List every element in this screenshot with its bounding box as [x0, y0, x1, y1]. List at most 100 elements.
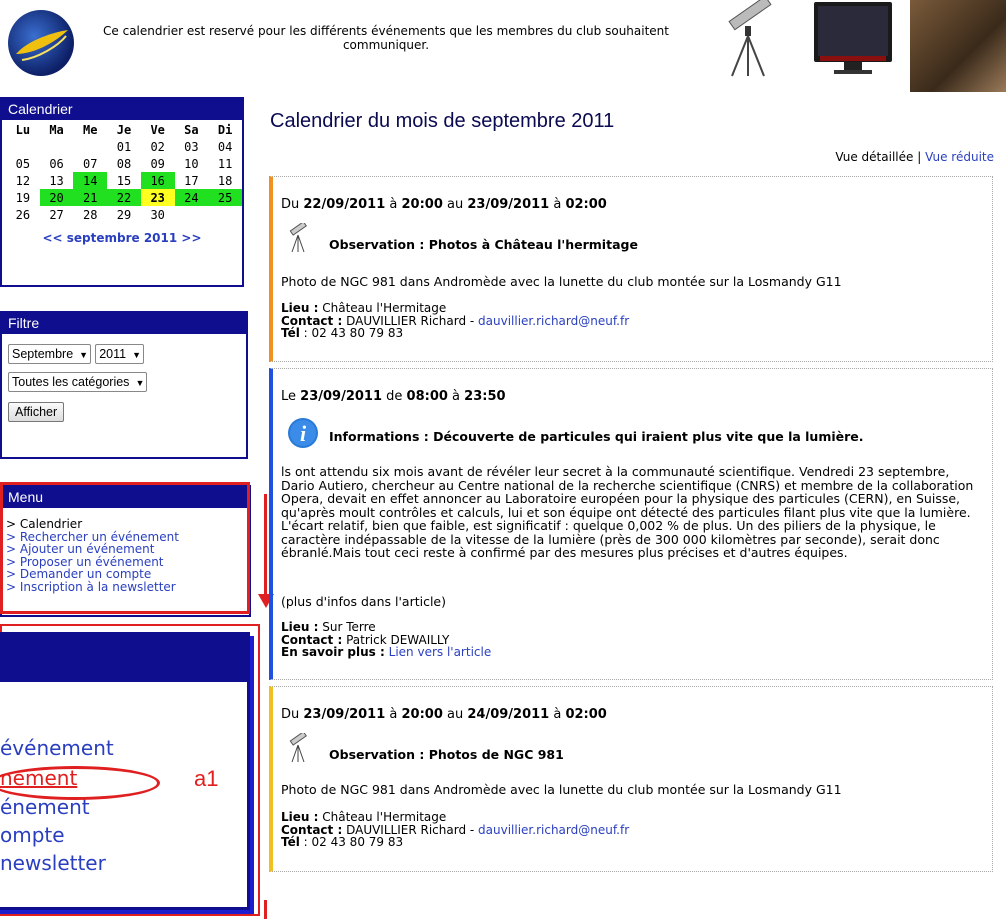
- calendar-day: [175, 206, 209, 223]
- page-title: Calendrier du mois de septembre 2011: [270, 110, 615, 132]
- calendar-day: 15: [116, 173, 132, 188]
- calendar-day-event[interactable]: 16: [140, 172, 175, 189]
- prev-month-link[interactable]: <<: [42, 231, 62, 245]
- category-select-value: Toutes les catégories: [12, 375, 130, 389]
- chevron-down-icon: ▼: [79, 350, 89, 360]
- event-description: Photo de NGC 981 dans Andromède avec la …: [281, 274, 842, 289]
- reduced-view-link[interactable]: Vue réduite: [925, 150, 994, 164]
- event-date: Du 22/09/2011 à 20:00 au 23/09/2011 à 02…: [281, 197, 607, 212]
- annotation-line-bottom: [264, 900, 267, 919]
- chevron-down-icon: ▼: [135, 378, 145, 388]
- calendar-day: 19: [15, 190, 31, 205]
- calendar-title: Calendrier: [2, 99, 242, 120]
- tv-image: [812, 0, 894, 76]
- telescope-icon: [287, 221, 309, 257]
- year-select-value: 2011: [99, 347, 127, 361]
- calendar-grid: Lu Ma Me Je Ve Sa Di 01 02 03 04 05 06 07 08 09 10 11 12 1…: [6, 122, 242, 223]
- telescope-image: [718, 0, 778, 78]
- event-description: Photo de NGC 981 dans Andromède avec la …: [281, 782, 842, 797]
- weekday-header: Lu: [15, 123, 31, 137]
- zoom-line-5: newsletter: [0, 851, 106, 875]
- intro-text: Ce calendrier est reservé pour les diffé…: [103, 24, 669, 52]
- event-description: ls ont attendu six mois avant de révéler…: [281, 464, 974, 560]
- chevron-down-icon: ▼: [132, 350, 142, 360]
- event-title: Observation : Photos de NGC 981: [329, 747, 564, 762]
- calendar-day: 29: [116, 207, 132, 222]
- weekday-header: Je: [116, 123, 132, 137]
- calendar-day: 28: [83, 207, 98, 222]
- month-select[interactable]: Septembre ▼: [8, 344, 92, 364]
- detailed-view-label: Vue détaillée: [835, 150, 914, 164]
- calendar-day-event[interactable]: 21: [73, 189, 108, 206]
- calendar-day: 18: [217, 173, 233, 188]
- weekday-header: Ma: [49, 123, 64, 137]
- weekday-header: Di: [217, 123, 233, 137]
- calendar-day-event[interactable]: 20: [39, 189, 74, 206]
- month-label: septembre 2011: [66, 231, 178, 245]
- article-link[interactable]: Lien vers l'article: [389, 645, 492, 659]
- info-icon: i: [287, 417, 319, 453]
- calendar-day: 03: [184, 139, 199, 154]
- calendar-day: 11: [217, 156, 233, 171]
- event-more-info: (plus d'infos dans l'article): [281, 594, 446, 609]
- svg-text:i: i: [300, 421, 307, 446]
- contact-email-link[interactable]: dauvillier.richard@neuf.fr: [478, 314, 629, 328]
- club-photo: [910, 0, 1006, 92]
- weekday-header: Sa: [184, 123, 199, 137]
- calendar-day: 08: [116, 156, 132, 171]
- event-details: Lieu : Sur Terre Contact : Patrick DEWAI…: [281, 620, 492, 659]
- event-details: Lieu : Château l'Hermitage Contact : DAU…: [281, 810, 630, 849]
- calendar-day: 27: [49, 207, 64, 222]
- year-select[interactable]: 2011 ▼: [95, 344, 145, 364]
- calendar-day-event[interactable]: 14: [73, 172, 108, 189]
- calendar-day: 26: [15, 207, 31, 222]
- calendar-day: [208, 206, 242, 223]
- calendar-day: [40, 138, 74, 155]
- event-card: Du 23/09/2011 à 20:00 au 24/09/2011 à 02…: [269, 686, 993, 872]
- telescope-icon: [287, 731, 309, 767]
- view-toggle: Vue détaillée | Vue réduite: [800, 150, 994, 164]
- annotation-label: a1: [194, 766, 219, 791]
- event-card: Le 23/09/2011 de 08:00 à 23:50 i Informa…: [269, 368, 993, 680]
- annotation-arrow-line: [264, 494, 267, 600]
- show-button[interactable]: Afficher: [8, 402, 65, 422]
- weekday-header: Me: [83, 123, 98, 137]
- event-date: Du 23/09/2011 à 20:00 au 24/09/2011 à 02…: [281, 707, 607, 722]
- calendar-day: 05: [15, 156, 31, 171]
- calendar-day: 13: [49, 173, 64, 188]
- event-details: Lieu : Château l'Hermitage Contact : DAU…: [281, 301, 630, 340]
- calendar-day: [6, 138, 40, 155]
- event-date: Le 23/09/2011 de 08:00 à 23:50: [281, 389, 506, 404]
- calendar-day: 06: [49, 156, 64, 171]
- calendar-day-event[interactable]: 25: [208, 189, 242, 206]
- calendar-day: 17: [184, 173, 199, 188]
- weekday-header: Ve: [150, 123, 165, 137]
- calendar-day: 07: [83, 156, 98, 171]
- filter-panel: Filtre Septembre ▼ 2011 ▼ Toutes les catég…: [0, 311, 248, 459]
- filter-title: Filtre: [2, 313, 246, 334]
- calendar-nav: << septembre 2011 >>: [2, 231, 242, 245]
- calendar-day: 04: [217, 139, 233, 154]
- event-title: Observation : Photos à Château l'hermita…: [329, 237, 638, 252]
- annotation-highlight-box: [0, 482, 250, 614]
- club-logo: [8, 10, 74, 76]
- calendar-day: [73, 138, 107, 155]
- calendar-day: 12: [15, 173, 31, 188]
- zoom-line-4: ompte: [0, 823, 65, 847]
- calendar-day: 30: [150, 207, 165, 222]
- calendar-panel: Calendrier Lu Ma Me Je Ve Sa Di 01 02 03 04 05 06 07…: [0, 97, 244, 287]
- zoom-line-1: événement: [0, 736, 114, 760]
- contact-email-link[interactable]: dauvillier.richard@neuf.fr: [478, 823, 629, 837]
- calendar-day: 10: [184, 156, 199, 171]
- next-month-link[interactable]: >>: [181, 231, 201, 245]
- month-select-value: Septembre: [12, 347, 74, 361]
- view-separator: |: [917, 150, 922, 164]
- category-select[interactable]: Toutes les catégories ▼: [8, 372, 148, 392]
- calendar-day: 02: [150, 139, 165, 154]
- event-card: Du 22/09/2011 à 20:00 au 23/09/2011 à 02…: [269, 176, 993, 362]
- zoom-callout-title-bar: [0, 632, 250, 682]
- calendar-day-event[interactable]: 22: [107, 189, 141, 206]
- calendar-day-event[interactable]: 24: [174, 189, 209, 206]
- calendar-day-today[interactable]: 23: [140, 189, 175, 206]
- calendar-day: 09: [150, 156, 165, 171]
